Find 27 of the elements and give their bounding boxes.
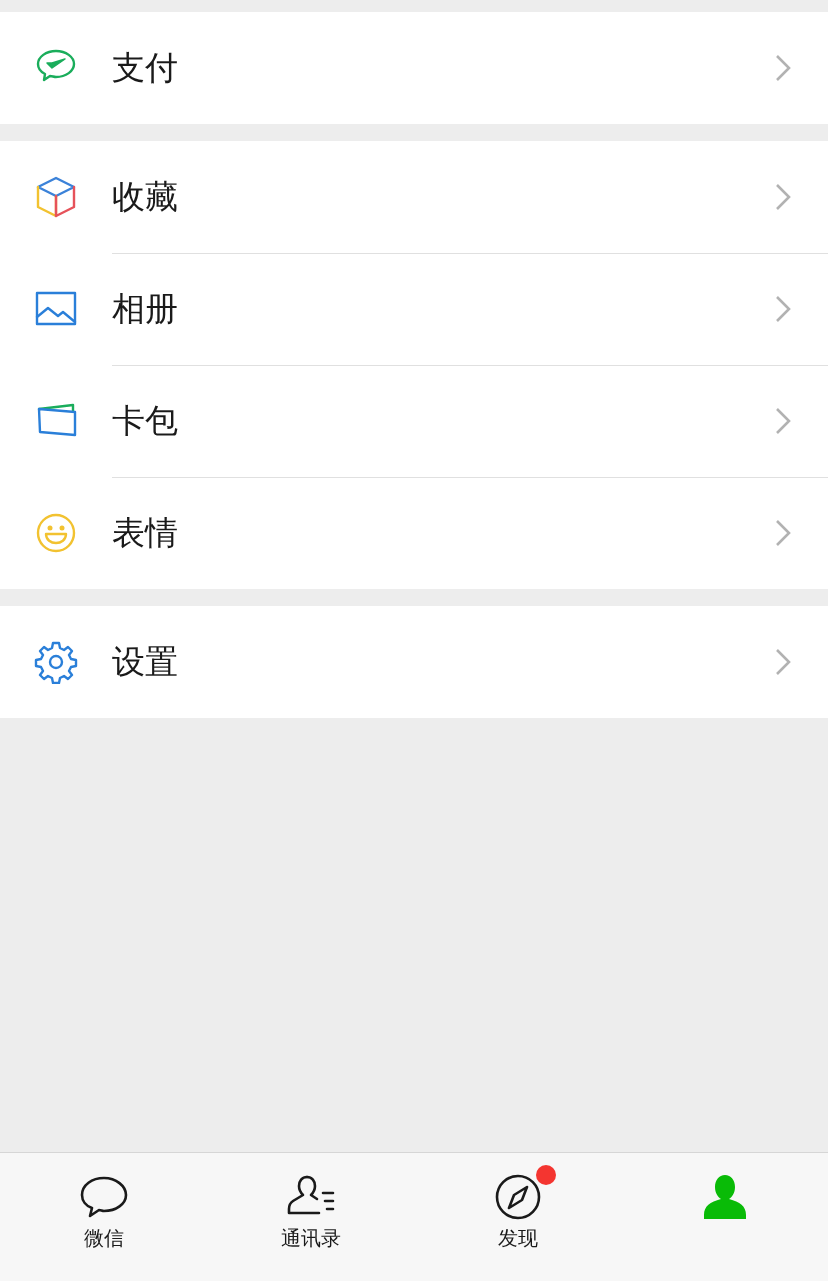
tab-label: 发现 (497, 1225, 538, 1252)
menu-label: 收藏 (112, 176, 179, 219)
tab[interactable]: 发现 (414, 1153, 621, 1281)
menu-label: 设置 (112, 641, 179, 684)
menu-item[interactable]: 支付 (0, 12, 828, 124)
tab-label: 微信 (83, 1225, 124, 1252)
tab-label: 通讯录 (280, 1225, 341, 1252)
menu-label: 相册 (112, 288, 179, 331)
menu-item[interactable]: 收藏 (0, 141, 828, 253)
chevron-icon (774, 53, 792, 83)
settings-icon (34, 640, 78, 684)
chevron-icon (774, 406, 792, 436)
cube-icon (34, 175, 78, 219)
menu-item[interactable]: 表情 (0, 477, 828, 589)
menu-label: 表情 (112, 512, 179, 555)
chevron-icon (774, 647, 792, 677)
tab[interactable]: 微信 (0, 1153, 207, 1281)
menu-item[interactable]: 设置 (0, 606, 828, 718)
chevron-icon (774, 518, 792, 548)
chevron-icon (774, 294, 792, 324)
menu-label: 卡包 (112, 400, 179, 443)
chevron-icon (774, 182, 792, 212)
smiley-icon (34, 511, 78, 555)
menu-item[interactable]: 卡包 (0, 365, 828, 477)
menu-label: 支付 (112, 47, 179, 90)
menu-item[interactable]: 相册 (0, 253, 828, 365)
tab[interactable]: 通讯录 (207, 1153, 414, 1281)
